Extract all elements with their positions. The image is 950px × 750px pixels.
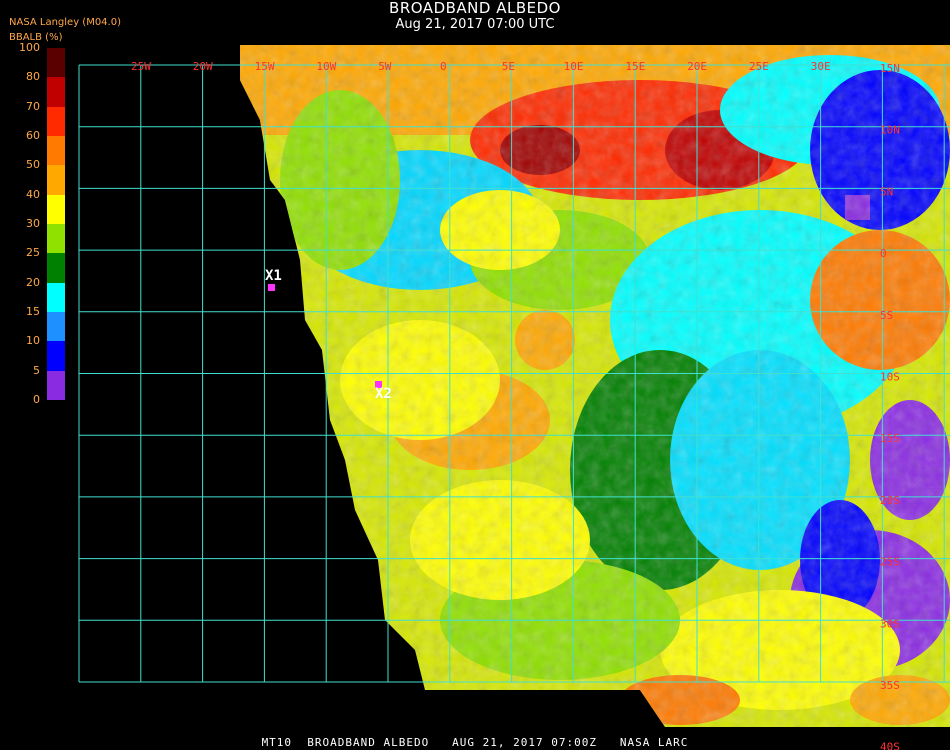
longitude-label: 10E: [564, 60, 584, 73]
marker-x1-dot: [268, 284, 275, 291]
latitude-label: 15N: [880, 62, 900, 75]
longitude-label: 20W: [193, 60, 213, 73]
latitude-label: 15S: [880, 432, 900, 445]
latitude-label: 30S: [880, 617, 900, 630]
longitude-label: 20E: [687, 60, 707, 73]
latitude-label: 25S: [880, 556, 900, 569]
albedo-map: 25W 20W 15W 10W 5W 0 5E 10E 15E 20E 25E 30E 15N 10N 5N…: [78, 45, 950, 750]
latitude-label: 10S: [880, 371, 900, 384]
longitude-label: 15W: [255, 60, 275, 73]
longitude-label: 25W: [131, 60, 151, 73]
latitude-label: 5S: [880, 309, 893, 322]
longitude-label: 30E: [811, 60, 831, 73]
latitude-label: 5N: [880, 185, 893, 198]
longitude-label: 0: [440, 60, 447, 73]
latitude-label: 20S: [880, 494, 900, 507]
longitude-label: 15E: [625, 60, 645, 73]
marker-x1-label: X1: [265, 268, 282, 284]
footer-caption: MT10 BROADBAND ALBEDO AUG 21, 2017 07:00…: [261, 736, 689, 749]
longitude-label: 10W: [316, 60, 336, 73]
latitude-label: 0: [880, 247, 887, 260]
longitude-label: 25E: [749, 60, 769, 73]
albedo-field: [240, 45, 950, 727]
latitude-label: 35S: [880, 679, 900, 692]
longitude-label: 5W: [378, 60, 392, 73]
marker-x2-label: X2: [375, 386, 392, 402]
longitude-label: 5E: [502, 60, 515, 73]
latitude-label: 10N: [880, 124, 900, 137]
